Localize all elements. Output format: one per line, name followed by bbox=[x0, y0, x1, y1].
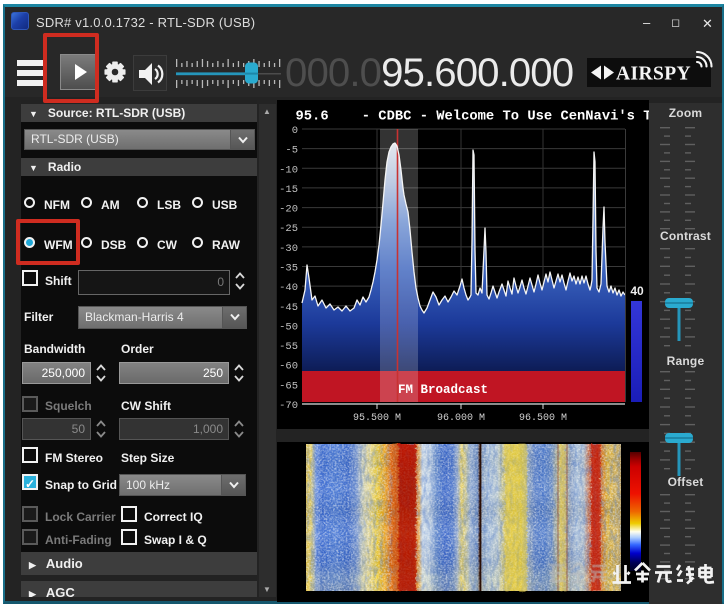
svg-text:95.500 M: 95.500 M bbox=[353, 413, 401, 424]
svg-text:96.500 M: 96.500 M bbox=[519, 413, 567, 424]
svg-text:-15: -15 bbox=[279, 184, 298, 196]
svg-text:-40: -40 bbox=[279, 282, 298, 294]
svg-text:-55: -55 bbox=[279, 341, 298, 353]
svg-text:-5: -5 bbox=[285, 145, 298, 157]
svg-text:-60: -60 bbox=[279, 361, 298, 373]
svg-text:-50: -50 bbox=[279, 321, 298, 333]
svg-text:40: 40 bbox=[630, 284, 644, 298]
svg-text:-30: -30 bbox=[279, 243, 298, 255]
svg-text:-45: -45 bbox=[279, 302, 298, 314]
svg-text:-70: -70 bbox=[279, 400, 298, 412]
svg-text:95.6 - CDBC - Welcome To Us: 95.6 - CDBC - Welcome To Use CenNavi's T… bbox=[296, 109, 650, 125]
svg-text:-10: -10 bbox=[279, 164, 298, 176]
svg-text:-20: -20 bbox=[279, 204, 298, 216]
svg-text:-65: -65 bbox=[279, 380, 298, 392]
svg-text:0: 0 bbox=[292, 125, 298, 137]
svg-text:-25: -25 bbox=[279, 223, 298, 235]
svg-text:AIRSPY: AIRSPY bbox=[616, 64, 691, 85]
svg-text:-35: -35 bbox=[279, 263, 298, 275]
svg-text:FM Broadcast: FM Broadcast bbox=[398, 383, 488, 397]
svg-text:96.000 M: 96.000 M bbox=[437, 413, 485, 424]
